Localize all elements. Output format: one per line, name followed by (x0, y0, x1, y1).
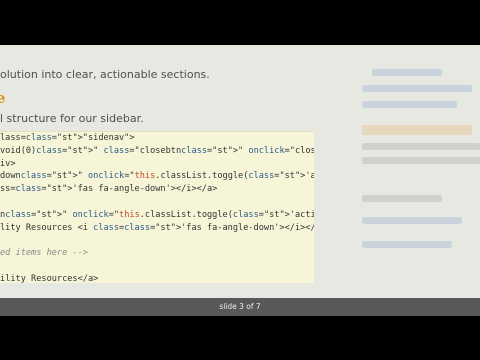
code-line: lity Resources <i class=class="st">'fas … (0, 222, 314, 233)
code-line: ed items here --> (0, 248, 88, 259)
intro-text: olution into clear, actionable sections. (0, 68, 210, 81)
top-letterbox (0, 0, 480, 45)
slide-control-bar: slide 3 of 7 (0, 298, 480, 316)
code-line: ss=class="st">'fas fa-angle-down'></i></… (0, 184, 218, 195)
code-text: lass=class="st">"sidenav"> void(0)class=… (0, 132, 314, 283)
slide-content: olution into clear, actionable sections.… (0, 45, 480, 298)
code-line: ility Resources</a> (0, 273, 99, 283)
code-line: void(0)class="st">" class="closebtnclass… (0, 145, 314, 156)
faded-side-content (362, 45, 480, 298)
code-line: lass=class="st">"sidenav"> (0, 133, 135, 143)
section-heading: e (0, 89, 6, 107)
section-subtext: l structure for our sidebar. (0, 112, 144, 125)
code-line: nclass="st">" onclick="this.classList.to… (0, 209, 314, 220)
code-block: lass=class="st">"sidenav"> void(0)class=… (0, 131, 314, 283)
bottom-letterbox (0, 316, 480, 360)
code-line: iv> (0, 158, 16, 169)
code-line: downclass="st">" onclick="this.classList… (0, 171, 314, 182)
slide-counter: slide 3 of 7 (219, 302, 261, 311)
